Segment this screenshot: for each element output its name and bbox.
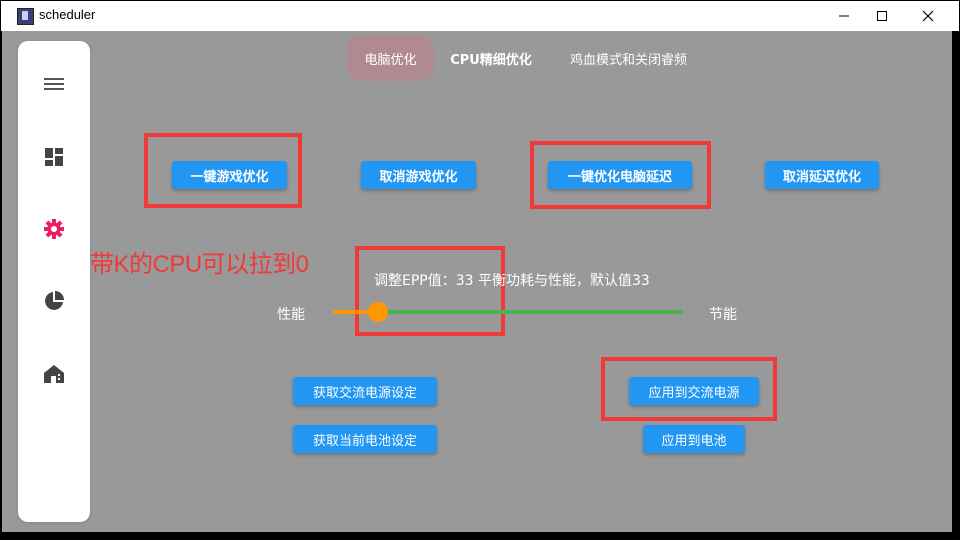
epp-slider[interactable] (333, 299, 683, 325)
highlight-box-latency (530, 141, 711, 209)
get-ac-settings-button[interactable]: 获取交流电源设定 (293, 377, 437, 405)
tab-pc-optimize[interactable]: 电脑优化 (347, 35, 434, 81)
home-icon (44, 365, 64, 383)
dashboard-icon (45, 148, 63, 166)
cancel-latency-button[interactable]: 取消延迟优化 (765, 161, 879, 189)
tab-cpu-fine-tune[interactable]: CPU精细优化 (442, 35, 540, 81)
gear-icon (44, 219, 64, 239)
cancel-game-optimize-button[interactable]: 取消游戏优化 (361, 161, 476, 189)
sidebar-item-home[interactable] (18, 353, 90, 393)
minimize-icon (839, 15, 849, 17)
slider-thumb[interactable] (368, 302, 388, 322)
tab-boost-mode[interactable]: 鸡血模式和关闭睿频 (556, 35, 701, 81)
power-saving-label: 节能 (709, 307, 737, 323)
performance-label: 性能 (277, 307, 305, 323)
maximize-button[interactable] (859, 1, 905, 31)
sidebar-item-settings[interactable] (18, 209, 90, 249)
slider-track-inactive (378, 310, 683, 314)
window-title: scheduler (39, 7, 96, 22)
get-battery-settings-button[interactable]: 获取当前电池设定 (293, 425, 437, 453)
pie-chart-icon (45, 291, 64, 310)
app-icon (17, 8, 34, 25)
title-bar: scheduler (1, 1, 959, 31)
app-window: scheduler 电脑优化 CPU精细优化 鸡血模式和关闭睿频 一键游戏优化 … (0, 0, 960, 540)
apply-ac-button[interactable]: 应用到交流电源 (629, 377, 759, 405)
epp-label: 调整EPP值：33 平衡功耗与性能，默认值33 (374, 273, 650, 289)
apply-battery-button[interactable]: 应用到电池 (643, 425, 745, 453)
close-icon (922, 10, 934, 22)
sidebar-item-dashboard[interactable] (18, 137, 90, 177)
highlight-box-game-optimize (144, 133, 302, 208)
maximize-icon (877, 11, 887, 21)
sidebar (18, 41, 90, 522)
sidebar-item-chart[interactable] (18, 281, 90, 321)
tab-bar: 电脑优化 CPU精细优化 鸡血模式和关闭睿频 (0, 35, 960, 81)
close-button[interactable] (905, 1, 951, 31)
annotation-text: 带K的CPU可以拉到0 (90, 251, 309, 278)
